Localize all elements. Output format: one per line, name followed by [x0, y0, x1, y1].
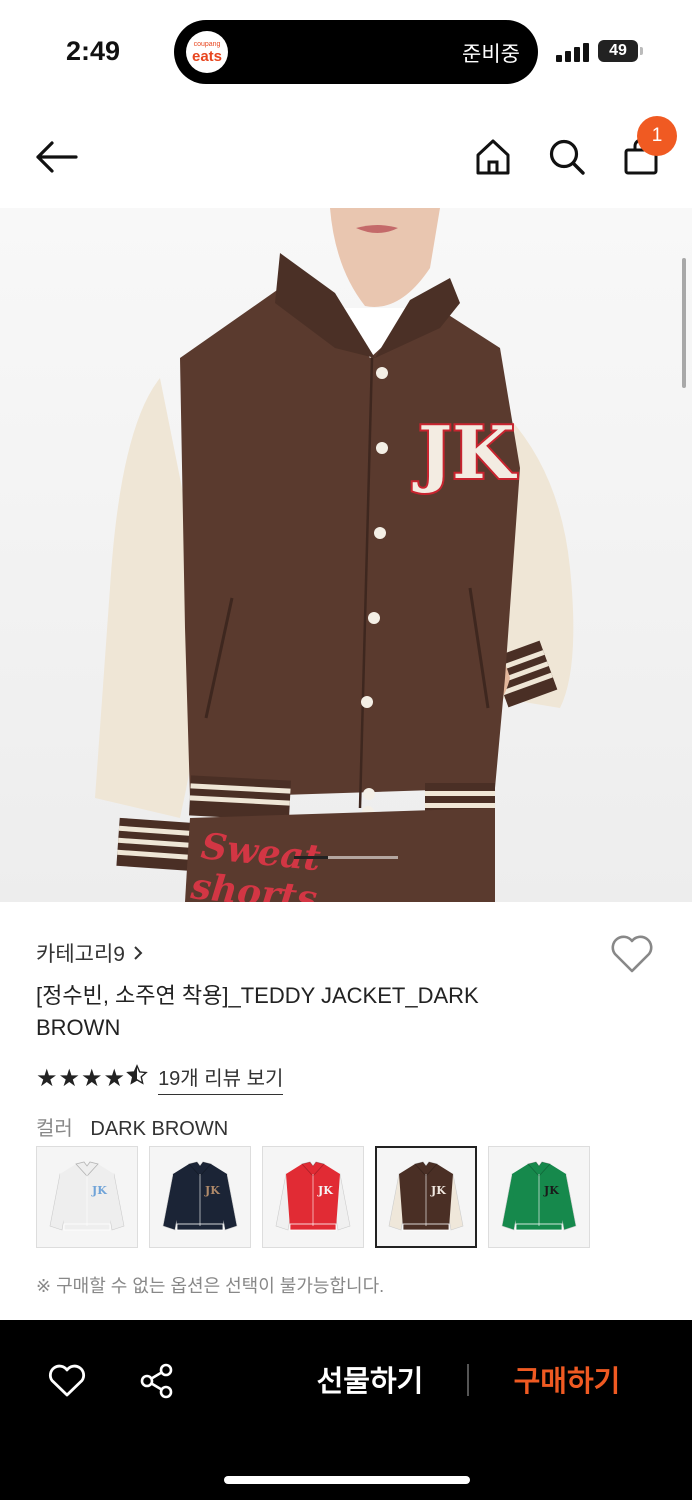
dynamic-island[interactable]: coupang eats 준비중	[174, 20, 538, 84]
star-icon: ★	[58, 1065, 82, 1092]
svg-text:JK: JK	[543, 1184, 559, 1197]
home-icon	[476, 139, 510, 175]
cart-count-badge: 1	[637, 116, 677, 156]
home-indicator	[224, 1476, 470, 1484]
rating-row: ★★★★ 19개 리뷰 보기	[36, 1062, 284, 1095]
image-pager	[294, 856, 398, 859]
color-swatch[interactable]: JK	[375, 1146, 477, 1248]
star-icon: ★	[81, 1065, 104, 1092]
signal-icon	[556, 42, 590, 62]
category-label: 카테고리9	[36, 943, 125, 966]
category-link[interactable]: 카테고리9	[36, 938, 143, 968]
heart-icon	[48, 1364, 86, 1397]
svg-text:JK: JK	[430, 1184, 446, 1197]
color-swatch[interactable]: JK	[262, 1146, 364, 1248]
wishlist-button[interactable]	[610, 934, 656, 980]
star-icon: ★	[103, 1065, 127, 1092]
color-row: 컬러 DARK BROWN	[36, 1112, 228, 1141]
share-icon	[140, 1363, 173, 1399]
battery-icon: 49	[598, 40, 638, 62]
rating-stars: ★★★★	[36, 1064, 148, 1093]
search-icon	[549, 139, 585, 175]
color-swatch[interactable]: JK	[488, 1146, 590, 1248]
gift-button[interactable]: 선물하기	[300, 1358, 440, 1400]
product-title: [정수빈, 소주연 착용]_TEDDY JACKET_DARK BROWN	[36, 983, 479, 1040]
jacket-thumbnail: JK	[275, 1161, 351, 1231]
star-half-icon	[126, 1064, 148, 1093]
bottom-wishlist-button[interactable]	[46, 1360, 88, 1402]
svg-text:JK: JK	[412, 410, 517, 495]
color-value: DARK BROWN	[90, 1118, 229, 1140]
color-swatch[interactable]: JK	[36, 1146, 138, 1248]
color-label: 컬러	[36, 1118, 73, 1140]
status-bar: 2:49 coupang eats 준비중 49	[0, 0, 692, 100]
star-icon: ★	[36, 1065, 59, 1092]
status-time: 2:49	[66, 36, 121, 66]
top-nav	[0, 110, 692, 205]
svg-text:JK: JK	[204, 1184, 220, 1197]
coupang-eats-logo: coupang eats	[186, 31, 228, 73]
back-button[interactable]	[30, 134, 82, 180]
product-image[interactable]: JK Sweat shorts	[0, 208, 692, 902]
color-swatch[interactable]: JK	[149, 1146, 251, 1248]
scrollbar-thumb[interactable]	[682, 258, 686, 388]
jacket-thumbnail: JK	[162, 1161, 238, 1231]
image-pager-active	[294, 856, 328, 859]
arrow-left-icon	[36, 141, 78, 173]
jacket-thumbnail: JK	[388, 1161, 464, 1231]
app-badge-big-text: eats	[191, 47, 223, 65]
home-button[interactable]	[470, 134, 516, 180]
chevron-right-icon	[134, 946, 143, 960]
battery-tip	[640, 47, 643, 55]
bottom-action-bar: 선물하기 구매하기	[0, 1320, 692, 1500]
svg-text:JK: JK	[317, 1184, 333, 1197]
jacket-photo: JK Sweat shorts	[0, 208, 692, 902]
bottom-divider	[467, 1364, 469, 1396]
jacket-thumbnail: JK	[49, 1161, 125, 1231]
option-notice: ※ 구매할 수 없는 옵션은 선택이 불가능합니다.	[36, 1276, 385, 1296]
heart-icon	[611, 935, 653, 973]
share-button[interactable]	[136, 1360, 178, 1402]
buy-button[interactable]: 구매하기	[500, 1358, 634, 1400]
color-swatches: JK JK JK JK JK	[36, 1146, 590, 1248]
search-button[interactable]	[544, 134, 590, 180]
svg-text:JK: JK	[91, 1184, 107, 1197]
reviews-link[interactable]: 19개 리뷰 보기	[158, 1062, 284, 1095]
jacket-thumbnail: JK	[501, 1161, 577, 1231]
island-status: 준비중	[462, 43, 520, 66]
